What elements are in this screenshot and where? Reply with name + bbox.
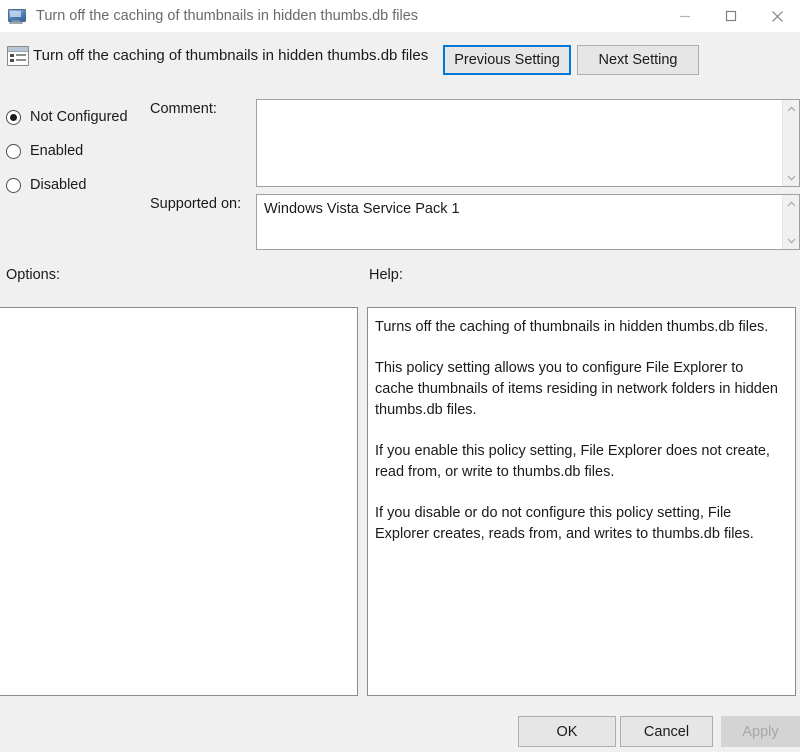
cancel-button[interactable]: Cancel: [620, 716, 713, 747]
help-paragraph: This policy setting allows you to config…: [375, 358, 784, 421]
chevron-up-icon[interactable]: [783, 195, 800, 212]
radio-indicator: [6, 178, 21, 193]
help-label: Help:: [369, 267, 403, 283]
radio-label-enabled: Enabled: [30, 143, 83, 159]
maximize-icon[interactable]: [708, 0, 754, 32]
supported-on-input[interactable]: Windows Vista Service Pack 1: [256, 194, 800, 250]
radio-enabled[interactable]: Enabled: [6, 134, 146, 168]
help-text: Turns off the caching of thumbnails in h…: [368, 308, 795, 545]
page-title: Turn off the caching of thumbnails in hi…: [33, 47, 428, 64]
radio-not-configured[interactable]: Not Configured: [6, 100, 146, 134]
radio-disabled[interactable]: Disabled: [6, 168, 146, 202]
radio-indicator-selected: [6, 110, 21, 125]
options-label: Options:: [6, 267, 60, 283]
options-panel[interactable]: [0, 307, 358, 696]
computer-monitor-icon: [6, 5, 28, 27]
comment-scrollbar[interactable]: [782, 100, 799, 186]
window-title: Turn off the caching of thumbnails in hi…: [36, 8, 418, 24]
previous-setting-button[interactable]: Previous Setting: [443, 45, 571, 75]
help-panel[interactable]: Turns off the caching of thumbnails in h…: [367, 307, 796, 696]
help-paragraph: If you enable this policy setting, File …: [375, 441, 784, 483]
apply-button: Apply: [721, 716, 800, 747]
supported-on-scrollbar[interactable]: [782, 195, 799, 249]
chevron-down-icon[interactable]: [783, 232, 800, 249]
help-paragraph: If you disable or do not configure this …: [375, 503, 784, 545]
chevron-up-icon[interactable]: [783, 100, 800, 117]
close-icon[interactable]: [754, 0, 800, 32]
chevron-down-icon[interactable]: [783, 169, 800, 186]
minimize-icon[interactable]: [662, 0, 708, 32]
radio-label-not-configured: Not Configured: [30, 109, 128, 125]
comment-label: Comment:: [150, 101, 217, 117]
supported-on-value: Windows Vista Service Pack 1: [264, 201, 779, 217]
radio-indicator: [6, 144, 21, 159]
window-controls: [662, 0, 800, 32]
ok-button[interactable]: OK: [518, 716, 616, 747]
comment-input[interactable]: [256, 99, 800, 187]
supported-on-label: Supported on:: [150, 196, 241, 212]
setting-header: Turn off the caching of thumbnails in hi…: [0, 32, 800, 88]
help-paragraph: Turns off the caching of thumbnails in h…: [375, 317, 784, 338]
next-setting-button[interactable]: Next Setting: [577, 45, 699, 75]
group-policy-setting-icon: [7, 46, 29, 66]
radio-label-disabled: Disabled: [30, 177, 86, 193]
title-bar: Turn off the caching of thumbnails in hi…: [0, 0, 800, 32]
policy-state-radio-group: Not Configured Enabled Disabled: [6, 100, 146, 202]
